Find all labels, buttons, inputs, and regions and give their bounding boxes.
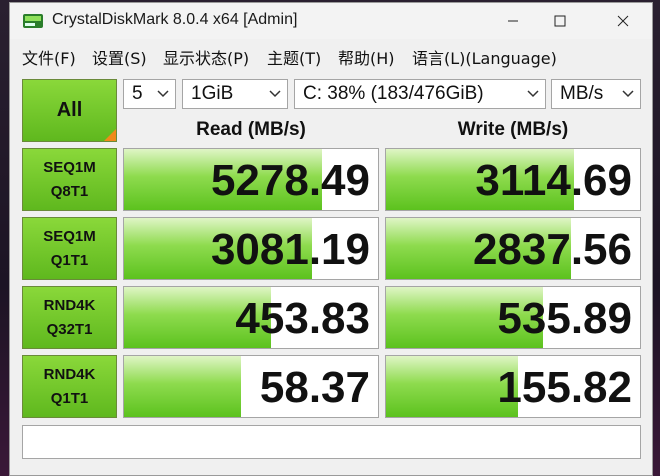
comment-field[interactable] (22, 425, 641, 459)
test-rnd4k-q1t1-button[interactable]: RND4K Q1T1 (22, 355, 117, 418)
test-seq1m-q8t1-button[interactable]: SEQ1M Q8T1 (22, 148, 117, 211)
write-column-header: Write (MB/s) (457, 119, 569, 140)
test-count-select[interactable]: 5 (123, 79, 176, 109)
row-label-line1: SEQ1M (43, 158, 96, 176)
corner-marker (104, 129, 116, 141)
read-result-value: 3081.19 (210, 225, 370, 274)
read-result-value: 453.83 (235, 294, 370, 343)
menu-help[interactable]: 帮助(H) (338, 45, 395, 69)
menu-bar: 文件(F) 设置(S) 显示状态(P) 主题(T) 帮助(H) 语言(L)(La… (10, 39, 652, 69)
row-label-line1: RND4K (43, 296, 96, 314)
read-result-value: 58.37 (259, 363, 370, 412)
chevron-down-icon (622, 90, 634, 98)
unit-value: MB/s (560, 83, 604, 104)
minimize-button[interactable] (490, 3, 536, 39)
chevron-down-icon (527, 90, 539, 98)
run-all-button[interactable]: All (22, 79, 117, 142)
maximize-button[interactable] (537, 3, 583, 39)
unit-select[interactable]: MB/s (551, 79, 641, 109)
close-button[interactable] (600, 3, 646, 39)
read-result-value: 5278.49 (210, 156, 370, 205)
test-size-value: 1GiB (191, 83, 234, 104)
read-result-cell: 58.37 (123, 355, 379, 418)
test-seq1m-q1t1-button[interactable]: SEQ1M Q1T1 (22, 217, 117, 280)
menu-file[interactable]: 文件(F) (22, 45, 76, 69)
row-label-line1: SEQ1M (43, 227, 96, 245)
read-result-cell: 453.83 (123, 286, 379, 349)
write-result-value: 2837.56 (472, 225, 632, 274)
minimize-icon (508, 20, 518, 22)
menu-language[interactable]: 语言(L)(Language) (412, 45, 557, 69)
drive-select[interactable]: C: 38% (183/476GiB) (294, 79, 546, 109)
read-column-header: Read (MB/s) (196, 119, 306, 140)
test-rnd4k-q32t1-button[interactable]: RND4K Q32T1 (22, 286, 117, 349)
read-result-cell: 3081.19 (123, 217, 379, 280)
read-result-bar (124, 356, 241, 417)
write-result-value: 3114.69 (475, 156, 632, 205)
row-label-line2: Q1T1 (50, 389, 89, 407)
write-result-cell: 535.89 (385, 286, 641, 349)
app-disk-icon (23, 14, 43, 28)
read-result-cell: 5278.49 (123, 148, 379, 211)
drive-value: C: 38% (183/476GiB) (303, 83, 484, 104)
row-label-line2: Q32T1 (46, 320, 93, 338)
write-result-value: 155.82 (497, 363, 632, 412)
write-result-cell: 2837.56 (385, 217, 641, 280)
chevron-down-icon (157, 90, 169, 98)
test-count-value: 5 (132, 83, 143, 104)
write-result-cell: 3114.69 (385, 148, 641, 211)
app-window: CrystalDiskMark 8.0.4 x64 [Admin] 文件(F) … (9, 2, 653, 476)
test-size-select[interactable]: 1GiB (182, 79, 288, 109)
write-result-cell: 155.82 (385, 355, 641, 418)
menu-theme[interactable]: 主题(T) (267, 45, 321, 69)
chevron-down-icon (269, 90, 281, 98)
close-icon (617, 15, 629, 27)
menu-display[interactable]: 显示状态(P) (163, 45, 249, 69)
row-label-line2: Q1T1 (50, 251, 89, 269)
window-title: CrystalDiskMark 8.0.4 x64 [Admin] (52, 11, 298, 28)
run-all-label: All (56, 99, 83, 121)
write-result-value: 535.89 (497, 294, 632, 343)
title-bar: CrystalDiskMark 8.0.4 x64 [Admin] (10, 3, 652, 39)
row-label-line1: RND4K (43, 365, 96, 383)
menu-settings[interactable]: 设置(S) (92, 45, 147, 69)
maximize-icon (554, 15, 566, 27)
row-label-line2: Q8T1 (50, 182, 89, 200)
